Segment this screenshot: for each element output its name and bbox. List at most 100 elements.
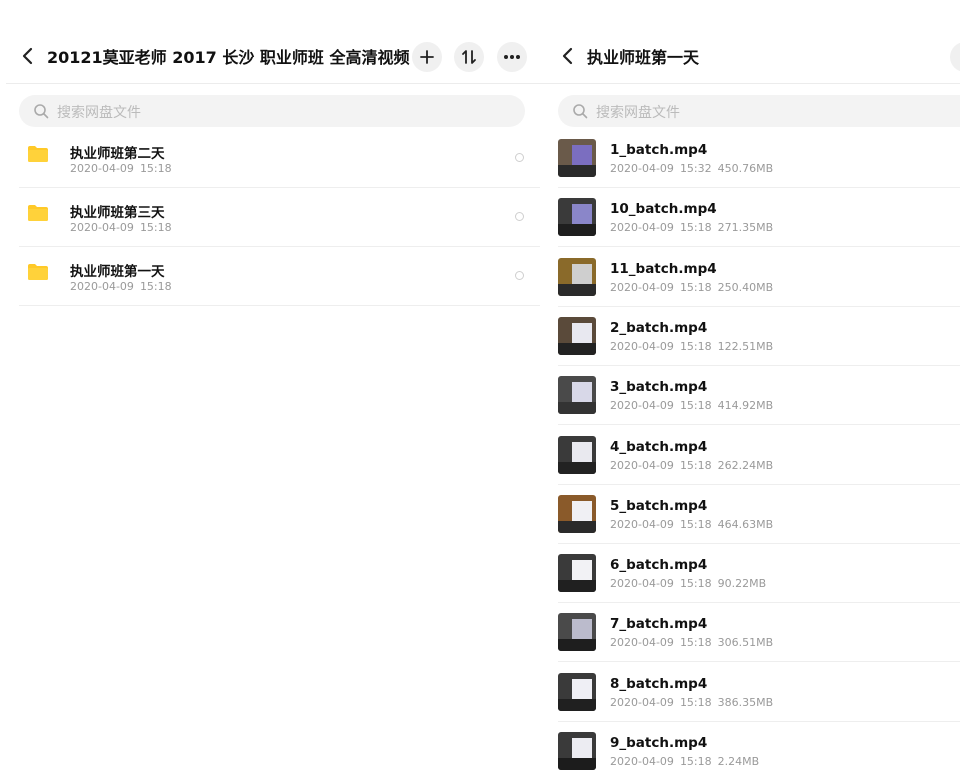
folder-date: 2020-04-09 <box>70 162 134 175</box>
file-size: 414.92MB <box>717 399 774 413</box>
file-size: 450.76MB <box>717 162 774 175</box>
search-input[interactable]: 搜索网盘文件 <box>558 95 960 127</box>
folder-icon <box>28 205 48 221</box>
add-button[interactable] <box>412 42 442 72</box>
header-button-partial[interactable] <box>950 42 960 72</box>
file-row[interactable]: 9_batch.mp4 2020-04-09 15:18 2.24MB <box>558 722 960 777</box>
file-row[interactable]: 4_batch.mp4 2020-04-09 15:18 262.24MB <box>558 426 960 485</box>
select-radio-icon[interactable] <box>515 212 524 221</box>
video-thumbnail <box>558 316 596 355</box>
file-name: 11_batch.mp4 <box>610 260 717 277</box>
folder-title: 执业师班第一天 <box>587 48 700 67</box>
file-time: 15:18 <box>679 755 712 768</box>
sort-button[interactable] <box>454 42 484 72</box>
folder-row[interactable]: 执业师班第三天 2020-04-09 15:18 <box>19 188 540 247</box>
file-meta: 2020-04-09 15:18 464.63MB <box>610 518 779 531</box>
file-size: 464.63MB <box>717 517 774 531</box>
file-date: 2020-04-09 <box>610 458 674 472</box>
file-date: 2020-04-09 <box>610 755 674 768</box>
search-placeholder: 搜索网盘文件 <box>596 105 680 121</box>
file-size: 271.35MB <box>717 221 774 235</box>
folder-icon <box>28 146 48 162</box>
file-size: 122.51MB <box>717 339 774 353</box>
file-size: 306.51MB <box>717 636 774 650</box>
file-meta: 2020-04-09 15:18 386.35MB <box>610 696 779 709</box>
file-time: 15:18 <box>679 577 712 591</box>
file-row[interactable]: 5_batch.mp4 2020-04-09 15:18 464.63MB <box>558 485 960 544</box>
file-size: 386.35MB <box>717 695 774 709</box>
file-meta: 2020-04-09 15:18 271.35MB <box>610 221 779 234</box>
plus-icon <box>420 50 434 64</box>
file-row[interactable]: 8_batch.mp4 2020-04-09 15:18 386.35MB <box>558 663 960 722</box>
search-placeholder: 搜索网盘文件 <box>57 105 141 121</box>
video-thumbnail <box>558 494 596 533</box>
file-meta: 2020-04-09 15:18 262.24MB <box>610 459 779 472</box>
folder-meta: 2020-04-09 15:18 <box>70 221 178 234</box>
folder-name: 执业师班第二天 <box>70 146 165 162</box>
header-divider <box>6 83 540 84</box>
file-name: 5_batch.mp4 <box>610 497 708 514</box>
file-row[interactable]: 10_batch.mp4 2020-04-09 15:18 271.35MB <box>558 188 960 248</box>
sort-icon <box>462 50 476 64</box>
file-meta: 2020-04-09 15:18 250.40MB <box>610 281 779 294</box>
folder-time: 15:18 <box>139 221 172 234</box>
folder-name: 执业师班第三天 <box>70 205 165 221</box>
file-meta: 2020-04-09 15:18 122.51MB <box>610 340 779 353</box>
select-radio-icon[interactable] <box>515 153 524 162</box>
file-name: 4_batch.mp4 <box>610 438 708 455</box>
file-date: 2020-04-09 <box>610 162 674 175</box>
folder-meta: 2020-04-09 15:18 <box>70 162 178 175</box>
left-header: 20121莫亚老师 2017 长沙 职业师班 全高清视频 <box>0 0 540 84</box>
file-size: 262.24MB <box>717 458 774 472</box>
header-divider <box>540 83 960 84</box>
file-name: 7_batch.mp4 <box>610 616 708 633</box>
search-icon <box>573 104 588 119</box>
file-row[interactable]: 1_batch.mp4 2020-04-09 15:32 450.76MB <box>558 129 960 188</box>
file-date: 2020-04-09 <box>610 517 674 531</box>
video-thumbnail <box>558 257 596 296</box>
video-thumbnail <box>558 732 596 770</box>
file-time: 15:18 <box>679 636 712 650</box>
folder-row[interactable]: 执业师班第二天 2020-04-09 15:18 <box>19 129 540 188</box>
file-meta: 2020-04-09 15:32 450.76MB <box>610 162 779 175</box>
file-date: 2020-04-09 <box>610 399 674 413</box>
file-date: 2020-04-09 <box>610 695 674 709</box>
file-row[interactable]: 3_batch.mp4 2020-04-09 15:18 414.92MB <box>558 366 960 426</box>
file-size: 90.22MB <box>717 577 767 591</box>
search-input[interactable]: 搜索网盘文件 <box>19 95 525 127</box>
folder-row[interactable]: 执业师班第一天 2020-04-09 15:18 <box>19 247 540 306</box>
file-row[interactable]: 7_batch.mp4 2020-04-09 15:18 306.51MB <box>558 603 960 663</box>
file-time: 15:18 <box>679 517 712 531</box>
search-icon <box>34 104 49 119</box>
back-chevron-icon[interactable] <box>558 45 578 67</box>
video-thumbnail <box>558 672 596 711</box>
folder-date: 2020-04-09 <box>70 221 134 234</box>
file-time: 15:18 <box>679 458 712 472</box>
folder-date: 2020-04-09 <box>70 280 134 293</box>
file-time: 15:32 <box>679 162 712 175</box>
file-meta: 2020-04-09 15:18 306.51MB <box>610 636 779 649</box>
folder-name: 执业师班第一天 <box>70 264 165 280</box>
video-thumbnail <box>558 613 596 652</box>
file-meta: 2020-04-09 15:18 2.24MB <box>610 755 765 768</box>
file-name: 6_batch.mp4 <box>610 557 708 574</box>
video-thumbnail <box>558 139 596 177</box>
video-thumbnail <box>558 435 596 474</box>
video-thumbnail <box>558 376 596 415</box>
file-time: 15:18 <box>679 695 712 709</box>
folder-meta: 2020-04-09 15:18 <box>70 280 178 293</box>
file-name: 2_batch.mp4 <box>610 319 708 336</box>
file-row[interactable]: 11_batch.mp4 2020-04-09 15:18 250.40MB <box>558 248 960 307</box>
file-time: 15:18 <box>679 221 712 235</box>
more-button[interactable] <box>497 42 527 72</box>
file-row[interactable]: 6_batch.mp4 2020-04-09 15:18 90.22MB <box>558 544 960 604</box>
file-row[interactable]: 2_batch.mp4 2020-04-09 15:18 122.51MB <box>558 307 960 366</box>
back-chevron-icon[interactable] <box>18 45 38 67</box>
select-radio-icon[interactable] <box>515 271 524 280</box>
file-date: 2020-04-09 <box>610 221 674 235</box>
file-name: 9_batch.mp4 <box>610 735 708 751</box>
file-date: 2020-04-09 <box>610 636 674 650</box>
folder-time: 15:18 <box>139 280 172 293</box>
folder-icon <box>28 264 48 280</box>
page-title: 20121莫亚老师 2017 长沙 职业师班 全高清视频 <box>47 48 410 67</box>
